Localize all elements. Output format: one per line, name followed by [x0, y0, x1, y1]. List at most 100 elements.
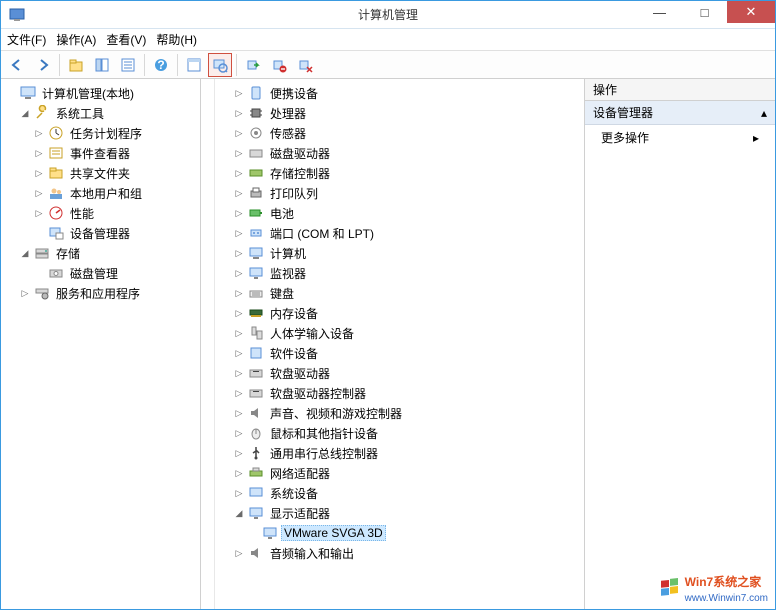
dev-sound[interactable]: ▷声音、视频和游戏控制器 — [217, 403, 582, 423]
scan-hardware-button[interactable] — [208, 53, 232, 77]
dev-display-vmware[interactable]: VMware SVGA 3D — [217, 523, 582, 543]
content-pane: ▷便携设备 ▷处理器 ▷传感器 ▷磁盘驱动器 ▷存储控制器 ▷打印队列 ▷电池 … — [201, 79, 585, 609]
collapse-icon[interactable]: ▷ — [233, 488, 245, 499]
help-button[interactable]: ? — [149, 53, 173, 77]
dev-keyboards[interactable]: ▷键盘 — [217, 283, 582, 303]
system-device-icon — [248, 485, 264, 501]
menu-action[interactable]: 操作(A) — [56, 31, 96, 48]
navigation-tree[interactable]: 计算机管理(本地) ◢系统工具 ▷任务计划程序 ▷事件查看器 ▷共享文件夹 ▷本… — [1, 79, 201, 609]
collapse-icon[interactable]: ▷ — [233, 368, 245, 379]
dev-portable[interactable]: ▷便携设备 — [217, 83, 582, 103]
collapse-icon[interactable]: ▷ — [233, 168, 245, 179]
collapse-icon[interactable]: ▷ — [233, 388, 245, 399]
nav-performance[interactable]: ▷性能 — [3, 203, 198, 223]
collapse-icon[interactable]: ▷ — [33, 168, 45, 179]
dev-display[interactable]: ◢显示适配器 — [217, 503, 582, 523]
menu-file[interactable]: 文件(F) — [7, 31, 46, 48]
uninstall-device-button[interactable] — [293, 53, 317, 77]
nav-storage[interactable]: ◢存储 — [3, 243, 198, 263]
collapse-icon[interactable]: ▷ — [33, 128, 45, 139]
nav-disk-management[interactable]: 磁盘管理 — [3, 263, 198, 283]
audio-io-icon — [248, 545, 264, 561]
collapse-icon[interactable]: ▷ — [233, 228, 245, 239]
dev-hid[interactable]: ▷人体学输入设备 — [217, 323, 582, 343]
dev-software[interactable]: ▷软件设备 — [217, 343, 582, 363]
collapse-icon[interactable]: ▷ — [233, 428, 245, 439]
dev-storage-controllers[interactable]: ▷存储控制器 — [217, 163, 582, 183]
nav-services-apps[interactable]: ▷服务和应用程序 — [3, 283, 198, 303]
maximize-button[interactable]: □ — [682, 1, 727, 23]
dev-mice[interactable]: ▷鼠标和其他指针设备 — [217, 423, 582, 443]
actions-more[interactable]: 更多操作 ▸ — [585, 125, 775, 150]
collapse-icon[interactable]: ▷ — [233, 288, 245, 299]
collapse-icon[interactable]: ▷ — [33, 208, 45, 219]
dev-audio-io[interactable]: ▷音频输入和输出 — [217, 543, 582, 563]
collapse-icon[interactable]: ▷ — [233, 408, 245, 419]
collapse-icon[interactable]: ▷ — [33, 148, 45, 159]
users-icon — [48, 185, 64, 201]
dev-system[interactable]: ▷系统设备 — [217, 483, 582, 503]
expand-icon[interactable]: ◢ — [19, 108, 31, 119]
keyboard-icon — [248, 285, 264, 301]
nav-root[interactable]: 计算机管理(本地) — [3, 83, 198, 103]
nav-task-scheduler[interactable]: ▷任务计划程序 — [3, 123, 198, 143]
dev-computer[interactable]: ▷计算机 — [217, 243, 582, 263]
collapse-icon[interactable]: ▷ — [233, 188, 245, 199]
collapse-icon[interactable]: ▷ — [233, 248, 245, 259]
properties-button[interactable] — [182, 53, 206, 77]
folder-share-icon — [48, 165, 64, 181]
forward-button[interactable] — [31, 53, 55, 77]
collapse-icon[interactable]: ▷ — [33, 188, 45, 199]
dev-processors[interactable]: ▷处理器 — [217, 103, 582, 123]
dev-memory[interactable]: ▷内存设备 — [217, 303, 582, 323]
dev-monitors[interactable]: ▷监视器 — [217, 263, 582, 283]
enable-device-button[interactable] — [241, 53, 265, 77]
dev-network[interactable]: ▷网络适配器 — [217, 463, 582, 483]
dev-print-queues[interactable]: ▷打印队列 — [217, 183, 582, 203]
show-hide-tree-button[interactable] — [90, 53, 114, 77]
dev-batteries[interactable]: ▷电池 — [217, 203, 582, 223]
collapse-icon[interactable]: ▷ — [233, 268, 245, 279]
minimize-button[interactable]: — — [637, 1, 682, 23]
dev-floppy[interactable]: ▷软盘驱动器 — [217, 363, 582, 383]
collapse-icon[interactable]: ▷ — [233, 548, 245, 559]
collapse-icon[interactable]: ▷ — [233, 348, 245, 359]
menu-view[interactable]: 查看(V) — [106, 31, 146, 48]
storage-controller-icon — [248, 165, 264, 181]
nav-system-tools[interactable]: ◢系统工具 — [3, 103, 198, 123]
collapse-icon[interactable]: ▷ — [233, 328, 245, 339]
nav-event-viewer[interactable]: ▷事件查看器 — [3, 143, 198, 163]
dev-ports[interactable]: ▷端口 (COM 和 LPT) — [217, 223, 582, 243]
device-tree[interactable]: ▷便携设备 ▷处理器 ▷传感器 ▷磁盘驱动器 ▷存储控制器 ▷打印队列 ▷电池 … — [215, 79, 584, 609]
actions-section[interactable]: 设备管理器 ▴ — [585, 101, 775, 125]
collapse-icon[interactable]: ▷ — [233, 88, 245, 99]
nav-local-users[interactable]: ▷本地用户和组 — [3, 183, 198, 203]
nav-device-manager[interactable]: 设备管理器 — [3, 223, 198, 243]
dev-disk-drives[interactable]: ▷磁盘驱动器 — [217, 143, 582, 163]
dev-sensors[interactable]: ▷传感器 — [217, 123, 582, 143]
disable-device-button[interactable] — [267, 53, 291, 77]
dev-usb[interactable]: ▷通用串行总线控制器 — [217, 443, 582, 463]
toolbar-separator — [177, 54, 178, 76]
up-button[interactable] — [64, 53, 88, 77]
collapse-icon[interactable]: ▷ — [233, 108, 245, 119]
expand-icon[interactable]: ◢ — [19, 248, 31, 259]
menu-help[interactable]: 帮助(H) — [156, 31, 197, 48]
watermark-brand: Win7系统之家 — [685, 575, 762, 589]
close-button[interactable]: ✕ — [727, 1, 775, 23]
app-icon — [9, 7, 25, 23]
floppy-controller-icon — [248, 385, 264, 401]
nav-shared-folders[interactable]: ▷共享文件夹 — [3, 163, 198, 183]
expand-icon[interactable]: ◢ — [233, 508, 245, 519]
collapse-icon[interactable]: ▷ — [19, 288, 31, 299]
collapse-icon[interactable]: ▷ — [233, 468, 245, 479]
dev-floppy-controller[interactable]: ▷软盘驱动器控制器 — [217, 383, 582, 403]
collapse-icon[interactable]: ▷ — [233, 448, 245, 459]
collapse-icon[interactable]: ▷ — [233, 148, 245, 159]
back-button[interactable] — [5, 53, 29, 77]
collapse-icon[interactable]: ▷ — [233, 208, 245, 219]
collapse-icon[interactable]: ▷ — [233, 128, 245, 139]
collapse-icon[interactable]: ▷ — [233, 308, 245, 319]
mouse-icon — [248, 425, 264, 441]
list-button[interactable] — [116, 53, 140, 77]
